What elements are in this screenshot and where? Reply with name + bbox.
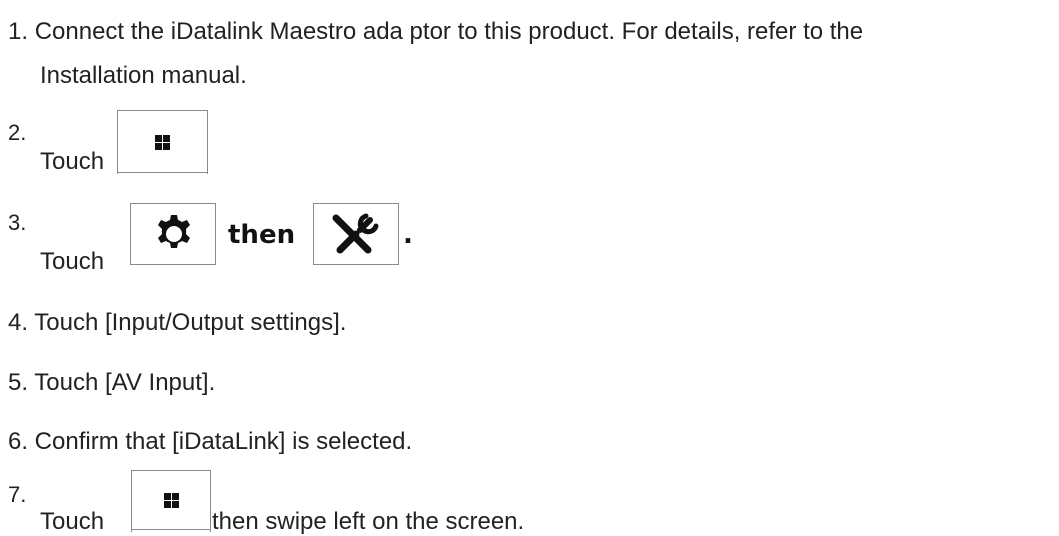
home-button[interactable] (117, 110, 208, 174)
step-1-text: Connect the iDatalink Maestro ada ptor t… (34, 18, 864, 45)
gear-icon (158, 215, 190, 248)
step-2-touch: Touch (40, 148, 105, 175)
home-button-baseline (117, 172, 208, 173)
step-7-number: 7. (8, 482, 27, 507)
step-6-text: 6. Confirm that [iDataLink] is selected. (8, 428, 413, 455)
settings-button[interactable] (130, 203, 216, 265)
step-2-number: 2. (8, 120, 27, 145)
tools-button[interactable] (313, 203, 399, 265)
step-4-text: 4. Touch [Input/Output settings]. (8, 309, 347, 336)
step-1-number: 1. (8, 18, 29, 45)
step-7-after: then swipe left on the screen. (212, 508, 525, 535)
step-5-text: 5. Touch [AV Input]. (8, 369, 216, 396)
step-3-number: 3. (8, 210, 27, 235)
home-grid-icon (155, 135, 170, 150)
home-button-2-baseline (131, 529, 211, 530)
home-button-2[interactable] (131, 470, 211, 532)
step-3-touch: Touch (40, 248, 105, 275)
step-7-touch: Touch (40, 508, 105, 535)
tools-icon (332, 213, 379, 254)
step-3-then: then (228, 220, 296, 250)
step-1-line-1: 1. Connect the iDatalink Maestro ada pto… (8, 18, 863, 46)
step-3-period: . (403, 220, 413, 250)
step-1-line-2: Installation manual. (40, 62, 247, 89)
home-grid-icon-2 (164, 493, 179, 508)
